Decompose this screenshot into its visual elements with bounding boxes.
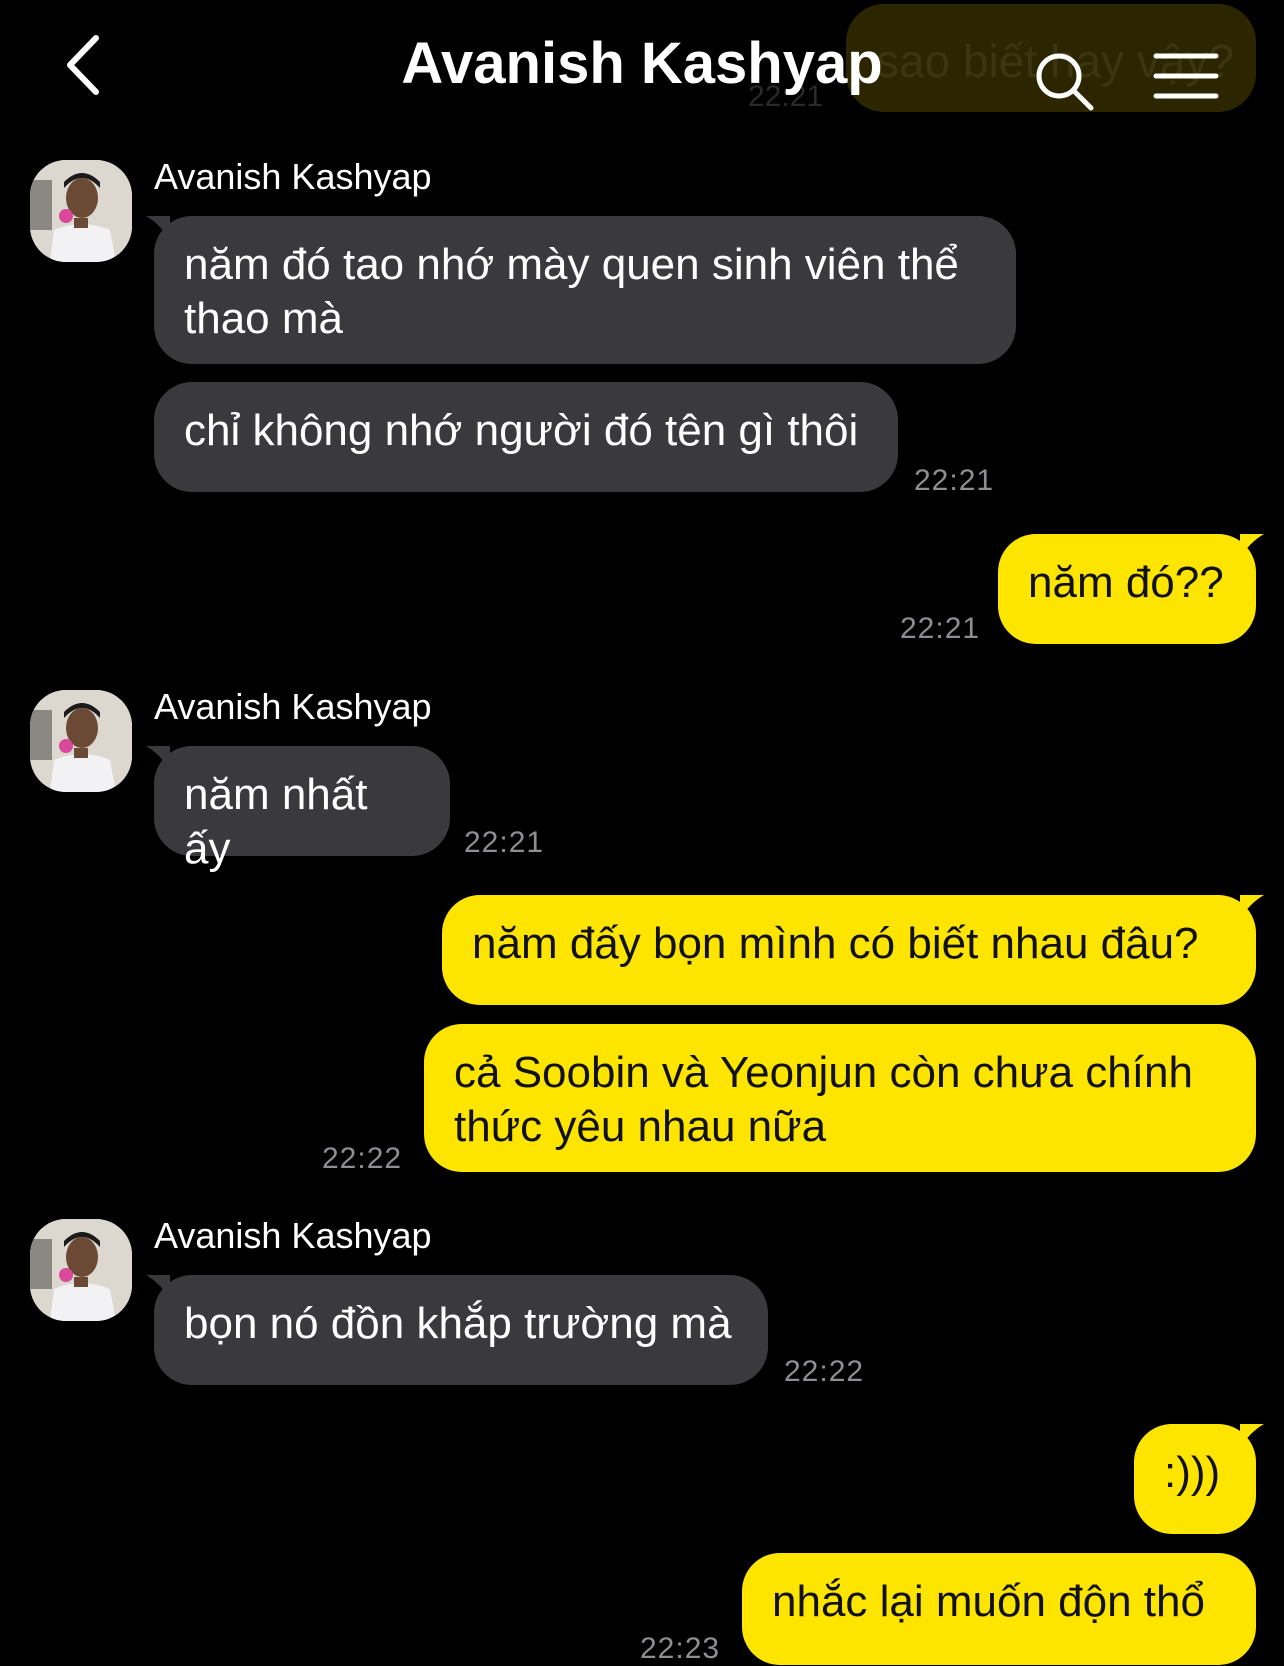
bubble-tail xyxy=(1240,534,1264,558)
outgoing-message-bubble[interactable]: năm đấy bọn mình có biết nhau đâu? xyxy=(442,895,1264,1005)
chat-header: Avanish Kashyap xyxy=(0,0,1284,140)
hamburger-menu-icon xyxy=(1153,53,1219,99)
message-text: bọn nó đồn khắp trường mà xyxy=(184,1299,732,1348)
message-text: chỉ không nhớ người đó tên gì thôi xyxy=(184,406,859,455)
sender-name: Avanish Kashyap xyxy=(154,1215,432,1256)
bubble-tail xyxy=(146,1275,170,1299)
message-timestamp: 22:22 xyxy=(322,1142,403,1175)
search-button[interactable] xyxy=(1033,50,1097,114)
menu-button[interactable] xyxy=(1153,50,1219,102)
chat-title: Avanish Kashyap xyxy=(401,31,883,96)
avatar[interactable] xyxy=(30,690,132,792)
message-text: năm đó?? xyxy=(1028,558,1224,607)
message-text: năm đấy bọn mình có biết nhau đâu? xyxy=(472,919,1199,968)
incoming-message-bubble[interactable]: năm đó tao nhớ mày quen sinh viên thể th… xyxy=(146,216,1016,364)
incoming-message-bubble[interactable]: chỉ không nhớ người đó tên gì thôi xyxy=(154,382,898,492)
message-text-line: năm đó tao nhớ mày quen sinh viên thể xyxy=(184,240,959,289)
message-timestamp: 22:21 xyxy=(914,464,995,497)
message-text-line: thức yêu nhau nữa xyxy=(454,1102,827,1151)
bubble-tail xyxy=(146,216,170,240)
bubble-tail xyxy=(1240,895,1264,919)
message-text: nhắc lại muốn độn thổ xyxy=(772,1577,1205,1626)
sender-name: Avanish Kashyap xyxy=(154,156,432,197)
incoming-message-bubble[interactable]: bọn nó đồn khắp trường mà xyxy=(146,1275,768,1385)
outgoing-message-bubble[interactable]: cả Soobin và Yeonjun còn chưa chính thức… xyxy=(424,1024,1256,1172)
profile-photo-icon xyxy=(30,1219,132,1321)
outgoing-message-bubble[interactable]: nhắc lại muốn độn thổ xyxy=(742,1553,1256,1665)
message-text-line: cả Soobin và Yeonjun còn chưa chính xyxy=(454,1048,1193,1097)
sender-name: Avanish Kashyap xyxy=(154,686,432,727)
bubble-tail xyxy=(1240,1424,1264,1448)
message-text: năm nhất ấy xyxy=(184,770,368,873)
outgoing-message-bubble[interactable]: :))) xyxy=(1134,1424,1264,1534)
message-text: :))) xyxy=(1164,1448,1221,1497)
message-text-line: thao mà xyxy=(184,294,343,343)
back-button[interactable] xyxy=(56,30,116,100)
message-timestamp: 22:23 xyxy=(640,1632,721,1665)
avatar[interactable] xyxy=(30,160,132,262)
outgoing-message-bubble[interactable]: năm đó?? xyxy=(998,534,1264,644)
avatar[interactable] xyxy=(30,1219,132,1321)
message-timestamp: 22:21 xyxy=(464,826,545,859)
search-icon xyxy=(1036,53,1094,111)
profile-photo-icon xyxy=(30,160,132,262)
incoming-message-bubble[interactable]: năm nhất ấy xyxy=(146,746,450,873)
message-timestamp: 22:22 xyxy=(784,1355,865,1388)
chevron-left-icon xyxy=(67,35,99,95)
profile-photo-icon xyxy=(30,690,132,792)
bubble-tail xyxy=(146,746,170,770)
message-timestamp: 22:21 xyxy=(900,612,981,645)
